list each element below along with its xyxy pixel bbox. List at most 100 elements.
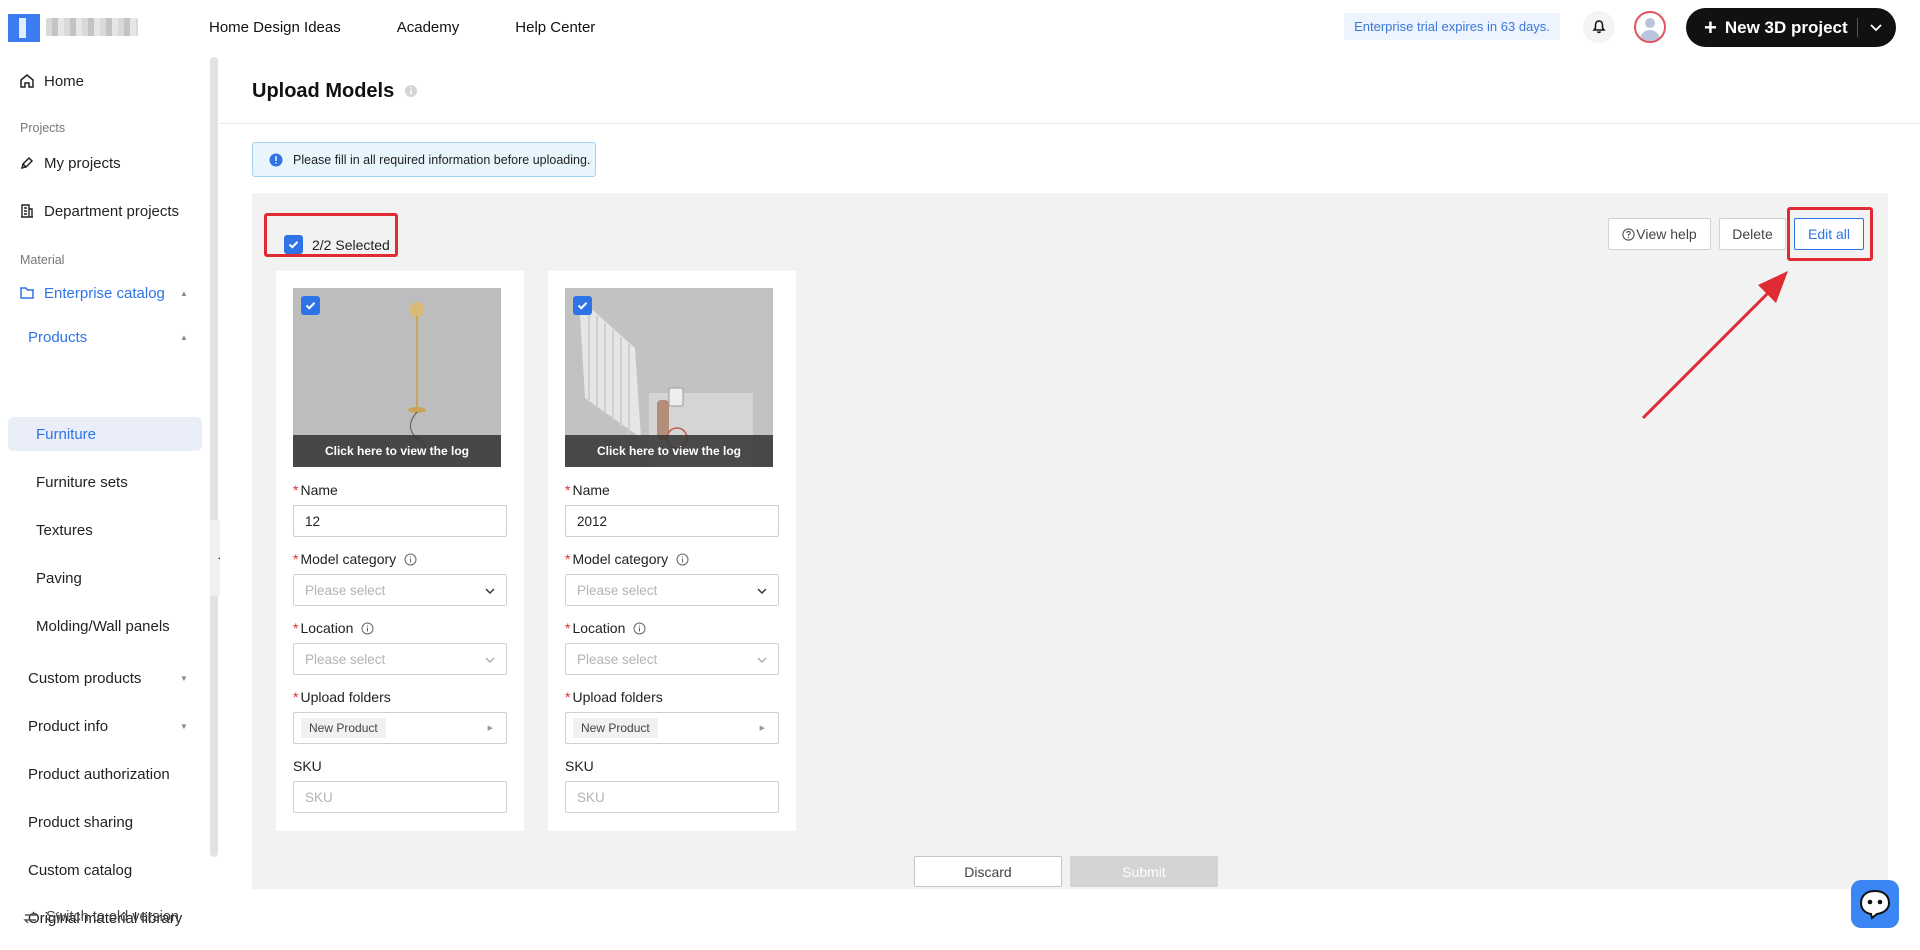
sidebar-item-products[interactable]: Products ▲: [0, 320, 205, 354]
alert-text: Please fill in all required information …: [293, 152, 591, 167]
plus-icon: +: [1704, 14, 1717, 40]
select-placeholder: Please select: [305, 651, 386, 667]
upload-folders-select[interactable]: New Product ▶: [565, 712, 779, 744]
chevron-down-icon: [757, 588, 767, 594]
model-card: Click here to view the log * Name 2012 * M…: [548, 271, 796, 831]
info-outline-icon[interactable]: [633, 622, 646, 635]
new-3d-project-button[interactable]: + New 3D project: [1686, 8, 1896, 47]
checkbox-checked-icon[interactable]: [284, 235, 303, 254]
sidebar-item-textures[interactable]: Textures: [0, 513, 205, 547]
name-input[interactable]: 2012: [565, 505, 779, 537]
sidebar-item-product-authorization[interactable]: Product authorization: [0, 757, 205, 791]
sidebar-item-label: Custom products: [28, 669, 142, 687]
model-thumbnail[interactable]: Click here to view the log: [293, 288, 501, 467]
home-icon: [20, 74, 34, 88]
submit-button[interactable]: Submit: [1070, 856, 1218, 887]
nav-help-center[interactable]: Help Center: [515, 19, 595, 36]
info-outline-icon[interactable]: [676, 553, 689, 566]
caret-down-icon: ▼: [180, 674, 188, 683]
model-category-label: * Model category: [565, 551, 689, 567]
chat-bubble-icon: [1859, 889, 1891, 920]
sidebar-item-product-sharing[interactable]: Product sharing: [0, 805, 205, 839]
top-nav: Home Design Ideas Academy Help Center: [209, 0, 595, 54]
chat-support-button[interactable]: [1851, 880, 1899, 928]
upload-folders-select[interactable]: New Product ▶: [293, 712, 507, 744]
top-bar: Home Design Ideas Academy Help Center En…: [0, 0, 1920, 54]
view-log-button[interactable]: Click here to view the log: [293, 435, 501, 467]
selected-count: 2/2 Selected: [312, 236, 390, 253]
card-checkbox[interactable]: [573, 296, 592, 315]
location-select[interactable]: Please select: [293, 643, 507, 675]
info-alert: Please fill in all required information …: [252, 142, 596, 177]
model-category-select[interactable]: Please select: [293, 574, 507, 606]
view-log-button[interactable]: Click here to view the log: [565, 435, 773, 467]
sku-input[interactable]: SKU: [565, 781, 779, 813]
nav-home-design-ideas[interactable]: Home Design Ideas: [209, 19, 341, 36]
sidebar-item-molding-wall-panels[interactable]: Molding/Wall panels: [0, 609, 205, 643]
select-placeholder: Please select: [305, 582, 386, 598]
switch-old-version-link[interactable]: Switch to old version: [0, 900, 205, 934]
sidebar-item-label: Product authorization: [28, 765, 170, 783]
question-circle-icon: [1622, 227, 1635, 241]
label-text: Model category: [300, 551, 397, 567]
discard-button[interactable]: Discard: [914, 856, 1062, 887]
sidebar-scrollbar[interactable]: [210, 57, 218, 857]
edit-all-label: Edit all: [1807, 226, 1851, 242]
sidebar-item-label: My projects: [44, 154, 121, 172]
folder-tag: New Product: [301, 718, 386, 738]
select-placeholder: Please select: [577, 582, 658, 598]
sidebar-item-enterprise-catalog[interactable]: Enterprise catalog ▲: [0, 276, 205, 310]
sidebar-section-projects: Projects: [20, 121, 66, 135]
location-label: * Location: [565, 620, 646, 636]
sidebar-item-product-info[interactable]: Product info ▼: [0, 709, 205, 743]
sidebar-item-label: Custom catalog: [28, 861, 133, 879]
select-all-checkbox[interactable]: 2/2 Selected: [284, 235, 390, 254]
sidebar-item-furniture-sets[interactable]: Furniture sets: [0, 465, 205, 499]
name-label: * Name: [293, 482, 338, 498]
upload-folders-label: * Upload folders: [565, 689, 663, 705]
sidebar-item-department-projects[interactable]: Department projects: [0, 194, 205, 228]
logo[interactable]: [8, 14, 40, 42]
view-help-label: View help: [1636, 226, 1697, 242]
sidebar-item-label: Department projects: [44, 202, 180, 220]
folder-icon: [20, 287, 34, 299]
chevron-down-icon: [757, 657, 767, 663]
sidebar-item-custom-products[interactable]: Custom products ▼: [0, 661, 205, 695]
info-icon[interactable]: [404, 84, 418, 103]
label-text: Location: [300, 620, 354, 636]
new-3d-project-label: New 3D project: [1724, 17, 1848, 37]
annotation-arrow: [1641, 271, 1788, 420]
nav-academy[interactable]: Academy: [397, 19, 460, 36]
info-outline-icon[interactable]: [404, 553, 417, 566]
sidebar-item-paving[interactable]: Paving: [0, 561, 205, 595]
delete-button[interactable]: Delete: [1719, 218, 1786, 250]
model-category-select[interactable]: Please select: [565, 574, 779, 606]
sidebar: Home Projects My projects Department pro…: [0, 54, 220, 950]
card-checkbox[interactable]: [301, 296, 320, 315]
sidebar-item-label: Home: [44, 72, 85, 90]
sku-input[interactable]: SKU: [293, 781, 507, 813]
caret-right-icon: ▶: [487, 725, 493, 732]
chevron-down-icon: [485, 657, 495, 663]
sidebar-item-home[interactable]: Home: [0, 64, 205, 98]
chevron-down-icon: [485, 588, 495, 594]
name-input[interactable]: 12: [293, 505, 507, 537]
delete-label: Delete: [1732, 226, 1773, 242]
trial-badge[interactable]: Enterprise trial expires in 63 days.: [1344, 13, 1560, 40]
sidebar-item-my-projects[interactable]: My projects: [0, 146, 205, 180]
sidebar-item-custom-catalog[interactable]: Custom catalog: [0, 853, 205, 887]
info-outline-icon[interactable]: [361, 622, 374, 635]
user-avatar[interactable]: [1634, 11, 1666, 43]
edit-all-button[interactable]: Edit all: [1794, 218, 1864, 250]
switch-old-version-label: Switch to old version: [46, 909, 179, 925]
view-help-button[interactable]: View help: [1608, 218, 1711, 250]
sidebar-item-furniture[interactable]: Furniture: [0, 417, 205, 451]
label-text: Location: [572, 620, 626, 636]
bell-icon[interactable]: [1583, 11, 1615, 43]
upload-folders-label: * Upload folders: [293, 689, 391, 705]
chevron-down-icon[interactable]: [1866, 17, 1886, 42]
sidebar-item-label: Furniture sets: [36, 473, 128, 491]
swap-icon: [23, 911, 38, 923]
model-thumbnail[interactable]: Click here to view the log: [565, 288, 773, 467]
location-select[interactable]: Please select: [565, 643, 779, 675]
